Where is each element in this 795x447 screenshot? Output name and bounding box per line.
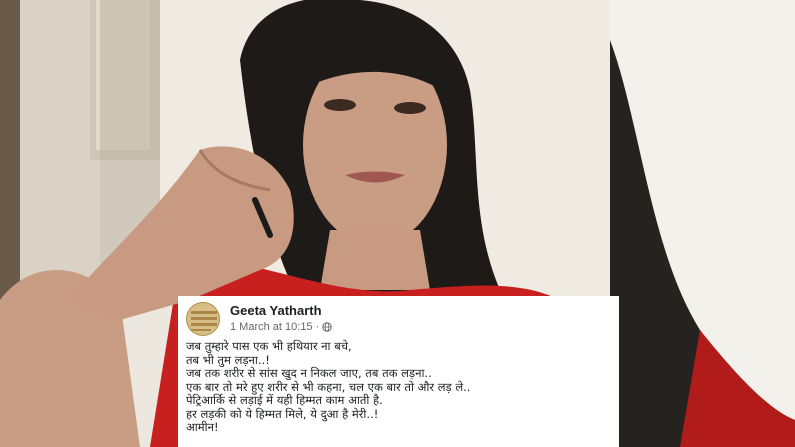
post-header: Geeta Yatharth 1 March at 10:15 · <box>186 302 606 336</box>
globe-icon <box>322 322 332 332</box>
post-timestamp[interactable]: 1 March at 10:15 <box>230 321 313 333</box>
facebook-post-card: Geeta Yatharth 1 March at 10:15 · जब तुम… <box>178 296 619 447</box>
post-line: आमीन! <box>186 420 219 434</box>
post-line: हर लड़की को ये हिम्मत मिले, ये दुआ है मे… <box>186 406 379 421</box>
post-line: जब तुम्हारे पास एक भी हथियार ना बचे, <box>186 339 352 353</box>
post-text: जब तुम्हारे पास एक भी हथियार ना बचे, तब … <box>186 339 614 435</box>
post-line: पेट्रिआर्कि से लड़ाई में यही हिम्मत काम … <box>186 393 383 407</box>
post-line: तब भी तुम लड़ना..! <box>186 352 270 367</box>
post-line: एक बार तो मरे हुए शरीर से भी कहना, चल एक… <box>186 379 471 394</box>
post-meta: 1 March at 10:15 · <box>230 321 332 333</box>
author-avatar[interactable] <box>186 302 220 336</box>
post-author-name[interactable]: Geeta Yatharth <box>230 303 322 318</box>
post-line: जब तक शरीर से सांस खुद न निकल जाए, तब तक… <box>186 366 432 380</box>
meta-separator: · <box>315 321 320 333</box>
